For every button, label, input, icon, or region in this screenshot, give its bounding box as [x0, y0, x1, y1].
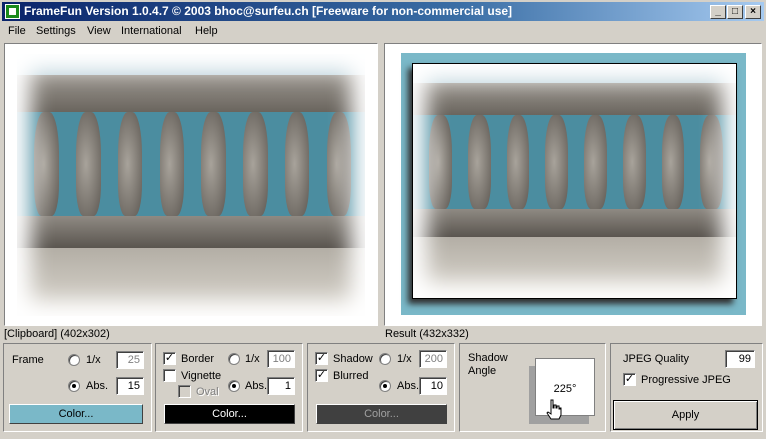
frame-recip-radio[interactable] — [68, 354, 80, 366]
menu-settings[interactable]: Settings — [36, 25, 76, 37]
jpeg-group: JPEG Quality 99 ✓ Progressive JPEG Apply — [610, 343, 763, 432]
vignette-label: Vignette — [181, 370, 222, 382]
shadow-recip-label: 1/x — [397, 353, 412, 365]
frame-label: Frame — [12, 354, 44, 366]
result-photo — [413, 64, 736, 298]
menu-view[interactable]: View — [87, 25, 111, 37]
frame-color-button[interactable]: Color... — [9, 404, 143, 424]
maximize-button[interactable]: □ — [727, 5, 743, 19]
jpeg-quality-input[interactable]: 99 — [725, 350, 755, 368]
menu-file[interactable]: File — [8, 25, 26, 37]
result-caption: Result (432x332) — [385, 328, 469, 340]
border-label: Border — [181, 353, 215, 365]
apply-button[interactable]: Apply — [613, 400, 758, 430]
shadow-recip-radio[interactable] — [379, 353, 391, 365]
frame-abs-radio[interactable] — [68, 380, 80, 392]
frame-recip-input[interactable]: 25 — [116, 351, 144, 369]
shadow-angle-picker[interactable]: 225° — [535, 358, 595, 416]
border-abs-label: Abs. — [245, 380, 268, 392]
shadow-checkbox[interactable]: ✓ — [315, 352, 328, 365]
source-photo — [17, 54, 365, 316]
progressive-jpeg-label: Progressive JPEG — [641, 374, 731, 386]
window-title: FrameFun Version 1.0.4.7 © 2003 bhoc@sur… — [24, 4, 513, 18]
source-caption: [Clipboard] (402x302) — [4, 328, 110, 340]
progressive-jpeg-checkbox[interactable]: ✓ — [623, 373, 636, 386]
framefun-window: FrameFun Version 1.0.4.7 © 2003 bhoc@sur… — [0, 0, 766, 439]
app-icon[interactable] — [5, 4, 20, 19]
shadow-label: Shadow — [333, 353, 373, 365]
title-bar[interactable]: FrameFun Version 1.0.4.7 © 2003 bhoc@sur… — [2, 2, 764, 21]
oval-checkbox[interactable] — [178, 385, 191, 398]
border-abs-radio[interactable] — [228, 380, 240, 392]
close-button[interactable]: × — [745, 5, 761, 19]
jpeg-quality-label: JPEG Quality — [623, 353, 690, 365]
shadow-recip-input[interactable]: 200 — [419, 350, 447, 368]
border-recip-input[interactable]: 100 — [267, 350, 295, 368]
source-image-panel[interactable] — [4, 43, 378, 326]
result-border — [412, 63, 737, 299]
shadow-angle-label: Shadow Angle — [468, 352, 508, 377]
border-group: ✓ Border 1/x 100 Vignette Abs. 1 Oval Co… — [155, 343, 303, 432]
frame-group: Frame 1/x 25 Abs. 15 Color... — [3, 343, 152, 432]
shadow-abs-label: Abs. — [397, 380, 420, 392]
frame-abs-label: Abs. — [86, 380, 109, 392]
result-image-panel[interactable] — [384, 43, 762, 326]
menu-bar: File Settings View International Help — [2, 22, 764, 41]
shadow-abs-input[interactable]: 10 — [419, 377, 447, 395]
menu-help[interactable]: Help — [195, 25, 218, 37]
border-recip-label: 1/x — [245, 353, 260, 365]
blurred-checkbox[interactable]: ✓ — [315, 369, 328, 382]
blurred-label: Blurred — [333, 370, 369, 382]
shadow-group: ✓ Shadow 1/x 200 ✓ Blurred Abs. 10 Color… — [307, 343, 455, 432]
shadow-angle-group: Shadow Angle 225° — [459, 343, 606, 432]
minimize-button[interactable]: _ — [710, 5, 726, 19]
shadow-abs-radio[interactable] — [379, 380, 391, 392]
frame-recip-label: 1/x — [86, 354, 101, 366]
oval-label: Oval — [196, 386, 219, 398]
frame-abs-input[interactable]: 15 — [116, 377, 144, 395]
border-checkbox[interactable]: ✓ — [163, 352, 176, 365]
hand-cursor-icon — [546, 399, 562, 420]
border-abs-input[interactable]: 1 — [267, 377, 295, 395]
border-recip-radio[interactable] — [228, 353, 240, 365]
shadow-angle-value: 225° — [553, 383, 577, 395]
vignette-checkbox[interactable] — [163, 369, 176, 382]
result-frame — [401, 53, 746, 315]
menu-international[interactable]: International — [121, 25, 182, 37]
border-color-button[interactable]: Color... — [164, 404, 295, 424]
shadow-color-button[interactable]: Color... — [316, 404, 447, 424]
